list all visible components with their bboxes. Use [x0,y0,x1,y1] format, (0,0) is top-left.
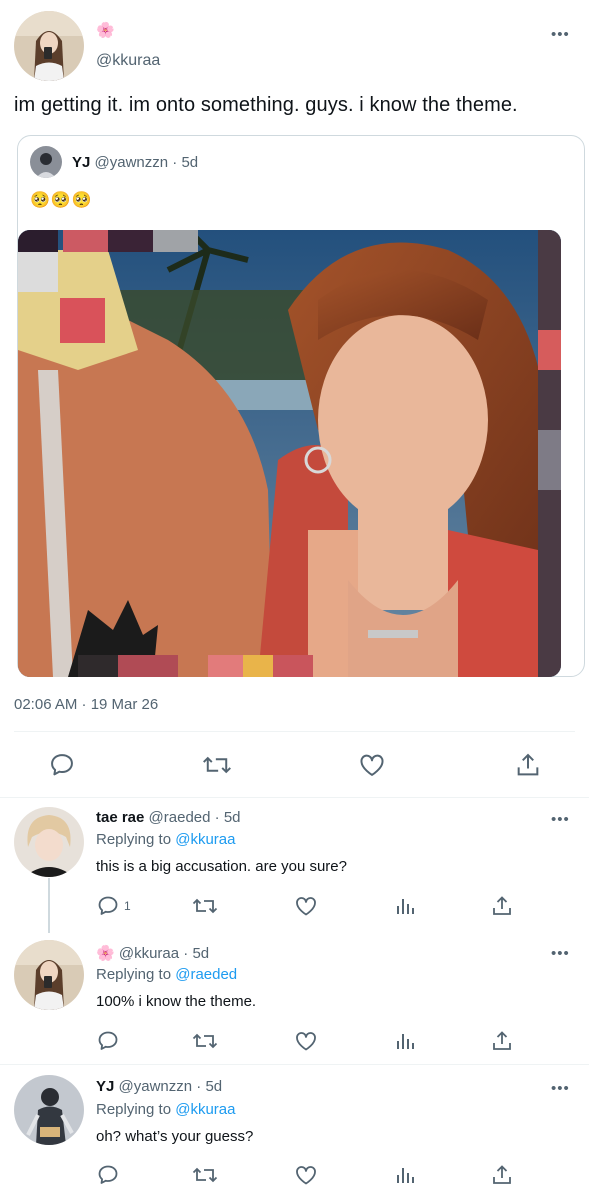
heart-icon [296,1032,316,1051]
heart-icon [296,897,316,916]
replying-to-label: Replying to [96,1101,176,1118]
quoted-author-avatar[interactable] [30,146,62,178]
reply-icon [98,896,118,915]
share-icon [493,1031,511,1050]
reply-avatar[interactable] [14,1075,84,1145]
reply-count: 1 [124,899,131,913]
quoted-tweet-image[interactable] [18,230,561,677]
retweet-button[interactable] [202,751,232,779]
analytics-icon [397,899,414,914]
more-options-icon[interactable]: ••• [551,1081,570,1096]
analytics-icon [397,1168,414,1183]
replying-to-label: Replying to [96,831,176,848]
reply-header: tae rae @raeded · 5d [96,809,241,826]
retweet-icon [192,1167,218,1183]
reply-author-handle[interactable]: @yawnzzn [119,1078,193,1095]
more-options-icon[interactable]: ••• [551,812,570,827]
retweet-button[interactable] [192,894,218,918]
share-button[interactable] [490,1029,514,1053]
more-options-icon[interactable]: ••• [551,946,570,961]
share-button[interactable] [514,751,542,779]
author-name-emoji: 🌸 [96,22,115,39]
reply-text: oh? what’s your guess? [96,1128,254,1145]
retweet-button[interactable] [192,1163,218,1187]
analytics-button[interactable] [393,894,417,918]
replying-to: Replying to @raeded [96,966,237,983]
reply-avatar[interactable] [14,807,84,877]
reply-time: · 5d [196,1078,223,1095]
quoted-tweet-time: · 5d [172,154,199,171]
reply-text: 100% i know the theme. [96,993,257,1010]
replying-to-handle[interactable]: @kkuraa [175,1101,235,1118]
divider [0,797,589,798]
share-icon [493,896,511,915]
quoted-author-name[interactable]: YJ [72,154,90,171]
replying-to-handle[interactable]: @kkuraa [175,831,235,848]
analytics-button[interactable] [393,1029,417,1053]
replying-to-handle[interactable]: @raeded [175,966,237,983]
like-button[interactable] [358,751,386,779]
reply-author-name[interactable]: tae rae [96,809,144,826]
reply-text: this is a big accusation. are you sure? [96,858,347,875]
quoted-author-handle[interactable]: @yawnzzn [95,154,169,171]
more-options-icon[interactable]: ••• [551,27,570,42]
share-icon [493,1165,511,1184]
tweet-text: im getting it. im onto something. guys. … [14,94,518,116]
like-button[interactable] [294,1163,318,1187]
reply-header: YJ @yawnzzn · 5d [96,1078,222,1095]
reply-button[interactable] [96,1029,120,1053]
retweet-button[interactable] [192,1029,218,1053]
share-button[interactable] [490,1163,514,1187]
reply-button[interactable] [96,1163,120,1187]
retweet-icon [192,1033,218,1049]
tweet-timestamp[interactable]: 02:06 AM · 19 Mar 26 [14,696,158,713]
reply-icon [98,1165,118,1184]
reply-time: · 5d [214,809,241,826]
author-avatar[interactable] [14,11,84,81]
reply-header: 🌸 @kkuraa · 5d [96,944,209,962]
reply-author-handle[interactable]: @kkuraa [119,945,179,962]
reply-author-handle[interactable]: @raeded [149,809,211,826]
quoted-tweet-text: 🥺🥺🥺 [30,192,93,209]
reply-author-name[interactable]: YJ [96,1078,114,1095]
analytics-button[interactable] [393,1163,417,1187]
divider [14,731,575,732]
retweet-icon [192,898,218,914]
thread-connector [48,878,50,933]
reply-button[interactable] [96,894,120,918]
reply-icon [51,754,73,776]
reply-avatar[interactable] [14,940,84,1010]
heart-icon [360,754,384,776]
divider [0,1064,589,1065]
author-handle[interactable]: @kkuraa [96,52,160,70]
retweet-icon [203,756,231,774]
like-button[interactable] [294,894,318,918]
reply-author-name-emoji: 🌸 [96,945,115,962]
share-button[interactable] [490,894,514,918]
share-icon [517,753,539,776]
heart-icon [296,1166,316,1185]
replying-to: Replying to @kkuraa [96,1101,235,1118]
like-button[interactable] [294,1029,318,1053]
reply-button[interactable] [48,751,76,779]
analytics-icon [397,1034,414,1049]
reply-icon [98,1031,118,1050]
quoted-tweet-header: YJ @yawnzzn · 5d [72,154,198,171]
replying-to-label: Replying to [96,966,176,983]
replying-to: Replying to @kkuraa [96,831,235,848]
reply-time: · 5d [183,945,210,962]
